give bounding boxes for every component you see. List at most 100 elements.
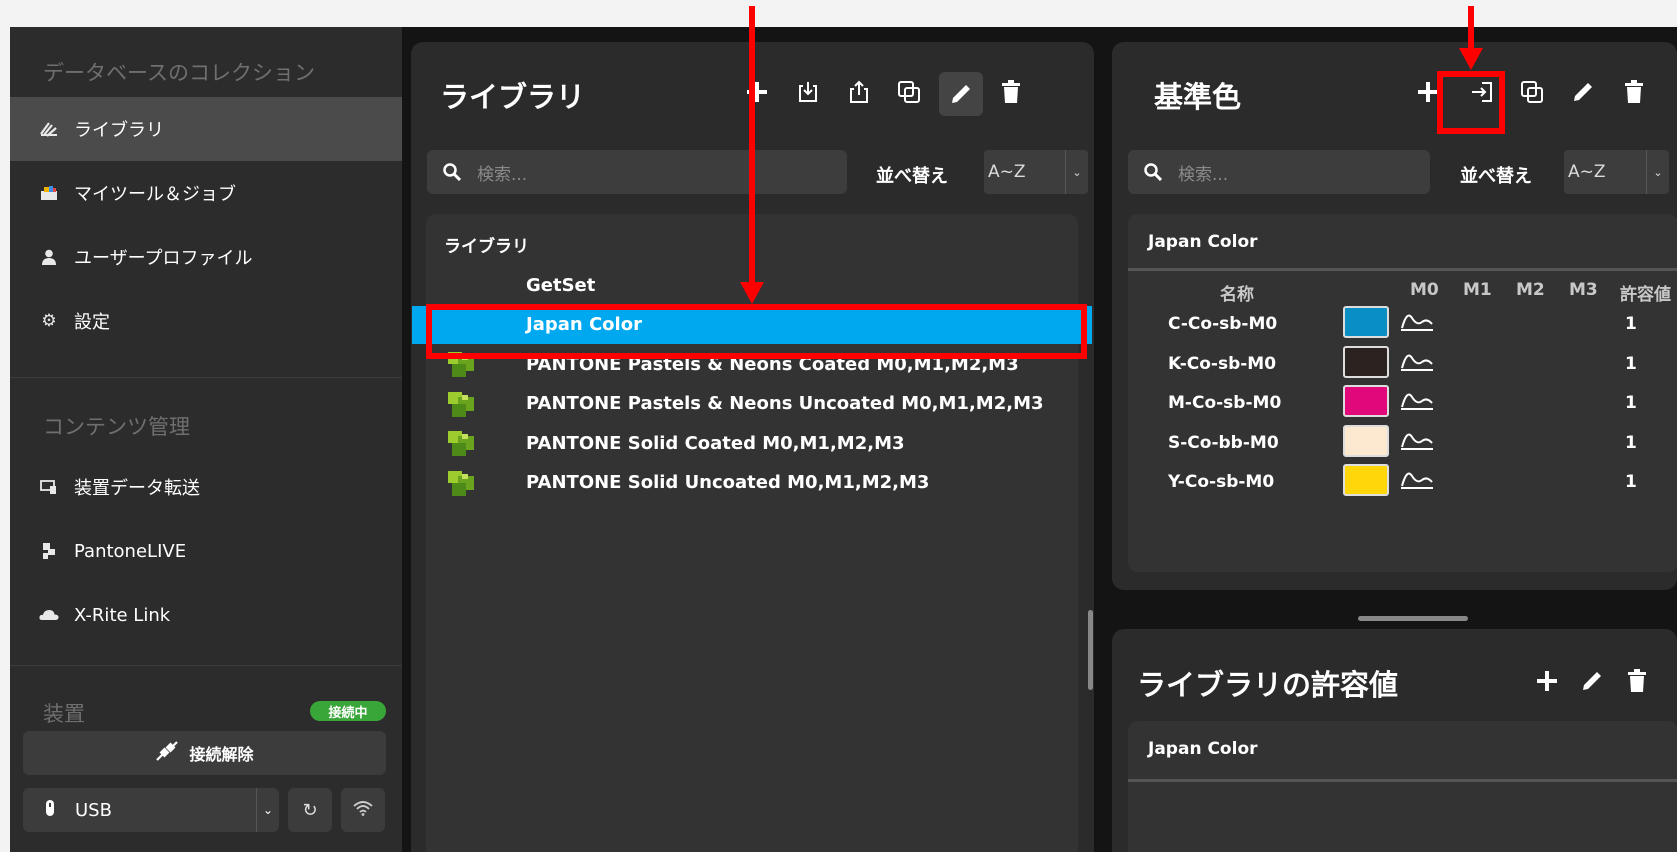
standard-name[interactable]: S-Co-bb-M0 <box>1168 433 1279 453</box>
color-swatch <box>1343 424 1389 457</box>
spectral-curve-icon[interactable] <box>1400 308 1434 332</box>
search-icon <box>443 163 461 181</box>
wifi-button[interactable] <box>341 788 385 832</box>
library-scrollbar[interactable] <box>1088 610 1093 690</box>
device-heading: 装置 <box>43 702 85 726</box>
standards-sort-select[interactable]: A~Z ⌄ <box>1564 150 1669 194</box>
library-item-name: PANTONE Pastels & Neons Uncoated M0,M1,M… <box>526 393 1044 414</box>
sidebar-item-tools-jobs[interactable]: マイツール＆ジョブ <box>10 161 402 225</box>
edit-library-button[interactable] <box>939 72 983 116</box>
sidebar-item-label: 設定 <box>74 312 110 333</box>
sidebar-item-settings[interactable]: ⚙ 設定 <box>10 289 402 353</box>
connection-type-select[interactable]: USB ⌄ <box>23 788 279 832</box>
cloud-icon <box>38 609 60 621</box>
panel-resize-handle[interactable] <box>1358 616 1468 621</box>
toolbox-icon <box>38 185 60 201</box>
delete-standard-button[interactable] <box>1614 72 1654 112</box>
column-header-m3: M3 <box>1569 280 1598 300</box>
library-search-placeholder: 検索... <box>477 164 528 185</box>
refresh-button[interactable]: ↻ <box>288 788 332 832</box>
annotation-highlight-japan-color <box>426 304 1087 359</box>
refresh-icon: ↻ <box>302 799 318 821</box>
library-item-name: GetSet <box>526 274 596 296</box>
spectral-curve-icon[interactable] <box>1400 427 1434 451</box>
standard-name[interactable]: K-Co-sb-M0 <box>1168 354 1276 374</box>
sidebar-item-label: 装置データ転送 <box>74 478 200 499</box>
standards-panel-title: 基準色 <box>1154 80 1242 114</box>
export-library-button[interactable] <box>839 72 879 112</box>
standard-tolerance: 1 <box>1625 314 1637 334</box>
spectral-curve-icon[interactable] <box>1400 387 1434 411</box>
sidebar-item-user-profile[interactable]: ユーザープロファイル <box>10 225 402 289</box>
spectral-curve-icon[interactable] <box>1400 466 1434 490</box>
library-sort-select[interactable]: A~Z ⌄ <box>984 150 1088 194</box>
color-swatch <box>1343 345 1389 378</box>
edit-tolerance-button[interactable] <box>1572 661 1612 701</box>
sidebar-item-label: マイツール＆ジョブ <box>74 184 236 205</box>
spectral-curve-icon[interactable] <box>1400 348 1434 372</box>
wifi-icon <box>353 800 373 821</box>
color-swatch <box>1343 464 1389 496</box>
library-panel-title: ライブラリ <box>440 80 586 114</box>
standard-tolerance: 1 <box>1625 393 1637 413</box>
tolerance-table-title: Japan Color <box>1148 739 1258 759</box>
library-search-input[interactable]: 検索... <box>427 150 847 194</box>
duplicate-standard-button[interactable] <box>1512 72 1552 112</box>
standards-sort-value: A~Z <box>1568 162 1606 182</box>
pencil-icon <box>952 85 970 103</box>
sidebar-item-label: ライブラリ <box>74 120 164 141</box>
trash-icon <box>1002 80 1020 103</box>
column-header-m2: M2 <box>1516 280 1545 300</box>
annotation-arrow-line <box>1468 6 1474 54</box>
edit-standard-button[interactable] <box>1563 72 1603 112</box>
library-list-item[interactable]: PANTONE Pastels & Neons Uncoated M0,M1,M… <box>426 385 1078 423</box>
import-library-button[interactable] <box>788 72 828 112</box>
disconnect-button[interactable]: 接続解除 <box>23 731 386 775</box>
pantone-live-icon <box>38 542 60 560</box>
chevron-down-icon: ⌄ <box>1065 150 1088 194</box>
annotation-arrow-line <box>749 6 755 295</box>
annotation-highlight-import-button <box>1437 71 1505 134</box>
unplug-icon <box>155 740 179 767</box>
delete-library-button[interactable] <box>991 72 1031 112</box>
sidebar-item-library[interactable]: ライブラリ <box>10 97 402 161</box>
table-divider <box>1128 268 1677 271</box>
table-divider <box>1128 779 1677 782</box>
sidebar-item-pantone-live[interactable]: PantoneLIVE <box>10 519 402 583</box>
standards-panel: 基準色 検索... 並べ替え A~Z ⌄ Japan Color 名称 M0 M… <box>1112 42 1677 590</box>
sidebar-item-xrite-link[interactable]: X-Rite Link <box>10 583 402 647</box>
standards-table-title: Japan Color <box>1148 232 1258 252</box>
standard-name[interactable]: Y-Co-sb-M0 <box>1168 472 1274 492</box>
annotation-arrowhead <box>1459 48 1483 70</box>
content-heading: コンテンツ管理 <box>43 415 190 439</box>
column-header-name: 名称 <box>1220 285 1254 305</box>
sidebar-item-device-transfer[interactable]: 装置データ転送 <box>10 455 402 519</box>
column-header-tolerance: 許容値 <box>1620 285 1671 305</box>
search-icon <box>1144 163 1162 181</box>
delete-tolerance-button[interactable] <box>1617 661 1657 701</box>
library-list-item[interactable]: PANTONE Solid Coated M0,M1,M2,M3 <box>426 424 1078 462</box>
color-swatch <box>1343 385 1389 417</box>
standards-table: Japan Color 名称 M0 M1 M2 M3 許容値 C-Co-sb-M… <box>1128 214 1677 572</box>
sidebar-divider <box>10 665 402 666</box>
standards-search-placeholder: 検索... <box>1178 164 1229 185</box>
annotation-arrowhead <box>740 282 764 304</box>
standards-sort-label: 並べ替え <box>1460 166 1532 187</box>
sidebar-item-label: X-Rite Link <box>74 604 171 626</box>
add-tolerance-button[interactable] <box>1527 661 1567 701</box>
add-library-button[interactable] <box>737 72 777 112</box>
library-list-item[interactable]: PANTONE Solid Uncoated M0,M1,M2,M3 <box>426 464 1078 502</box>
standard-name[interactable]: M-Co-sb-M0 <box>1168 393 1281 413</box>
pantone-library-icon <box>448 431 474 456</box>
pantone-library-icon <box>448 391 474 417</box>
library-icon <box>38 121 60 137</box>
sidebar-item-label: ユーザープロファイル <box>74 248 253 269</box>
tolerance-panel-title: ライブラリの許容値 <box>1137 668 1399 702</box>
standard-name[interactable]: C-Co-sb-M0 <box>1168 314 1277 334</box>
standard-tolerance: 1 <box>1625 432 1637 453</box>
pantone-library-icon <box>448 470 474 496</box>
duplicate-library-button[interactable] <box>889 72 929 112</box>
disconnect-label: 接続解除 <box>189 745 254 764</box>
app-window: データベースのコレクション ライブラリ マイツール＆ジョブ ユーザープロファイル… <box>10 27 1677 852</box>
standards-search-input[interactable]: 検索... <box>1128 150 1430 194</box>
